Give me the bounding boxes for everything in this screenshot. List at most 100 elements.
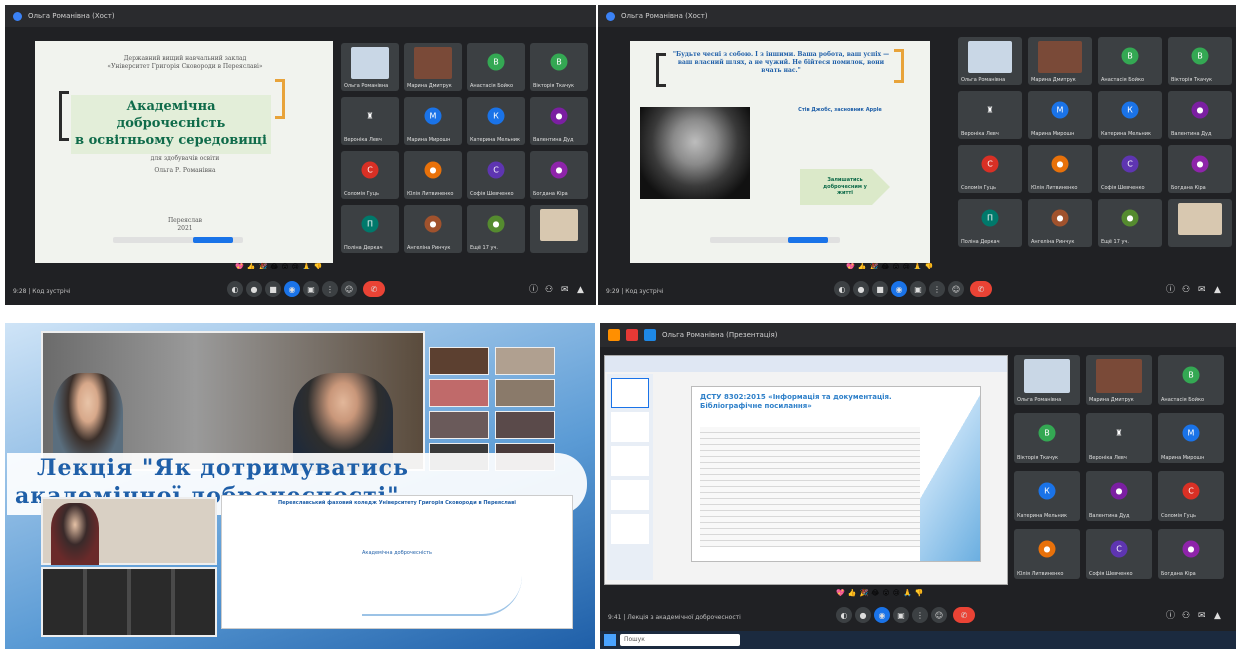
participant-tile[interactable]: [530, 205, 588, 253]
participant-tile[interactable]: [1168, 199, 1232, 247]
people-icon[interactable]: ⚇: [545, 285, 553, 295]
info-icon[interactable]: ⓘ: [1166, 608, 1175, 621]
participant-tile[interactable]: ● Юлія Литвиненко: [1028, 145, 1092, 193]
participant-tile[interactable]: В Вікторія Ткачук: [530, 43, 588, 91]
participant-tile[interactable]: Марина Дмитрук: [1028, 37, 1092, 85]
reaction-emoji[interactable]: 🙏: [903, 589, 912, 597]
more-options-button[interactable]: ⋮: [929, 281, 945, 297]
participant-tile[interactable]: Марина Дмитрук: [1086, 355, 1152, 405]
present-button[interactable]: ◉: [891, 281, 907, 297]
activities-icon[interactable]: ▲: [577, 285, 584, 295]
activities-icon[interactable]: ▲: [1214, 611, 1221, 621]
participant-tile[interactable]: П Поліна Деркач: [341, 205, 399, 253]
reaction-emoji[interactable]: 🎉: [859, 589, 868, 597]
leave-call-button[interactable]: ✆: [363, 281, 385, 297]
presentation-slide: Переяславський фаховий коледж Університе…: [221, 495, 573, 629]
participant-tile[interactable]: В Вікторія Ткачук: [1014, 413, 1080, 463]
window-title: Ольга Романівна (Презентація): [662, 331, 778, 339]
slide-control-bar[interactable]: [710, 237, 840, 243]
participant-tile[interactable]: ● Валентина Дуд: [530, 97, 588, 145]
participant-tile[interactable]: М Марина Мирошн: [1158, 413, 1224, 463]
participant-tile[interactable]: С Соломія Гуць: [1158, 471, 1224, 521]
reaction-emoji[interactable]: 👍: [848, 589, 857, 597]
participant-avatar: В: [550, 53, 568, 71]
participant-avatar: ●: [1110, 482, 1128, 500]
info-icon[interactable]: ⓘ: [1166, 282, 1175, 295]
participant-tile[interactable]: ● Юлія Литвиненко: [1014, 529, 1080, 579]
reaction-emoji[interactable]: 😂: [871, 589, 879, 597]
participant-tile[interactable]: С Софія Шевченко: [467, 151, 525, 199]
participant-avatar: В: [487, 53, 505, 71]
participant-tile[interactable]: П Поліна Деркач: [958, 199, 1022, 247]
taskbar-search[interactable]: Пошук: [620, 634, 740, 646]
captions-button[interactable]: ◐: [834, 281, 850, 297]
camera-button[interactable]: ■: [872, 281, 888, 297]
participant-tile[interactable]: В Вікторія Ткачук: [1168, 37, 1232, 85]
participant-tile[interactable]: ● Ангеліна Ринчук: [404, 205, 462, 253]
participant-tile[interactable]: ● Ещё 17 уч.: [467, 205, 525, 253]
participant-tile[interactable]: ● Валентина Дуд: [1086, 471, 1152, 521]
participant-tile[interactable]: ♜ Вероніка Левч: [958, 91, 1022, 139]
raise-hand-button[interactable]: ▣: [910, 281, 926, 297]
participant-tile[interactable]: В Анастасія Бойко: [1158, 355, 1224, 405]
participant-tile[interactable]: М Марина Мирошн: [1028, 91, 1092, 139]
participant-tile[interactable]: С Соломія Гуць: [958, 145, 1022, 193]
slide-city: Переяслав: [167, 217, 203, 224]
microphone-button[interactable]: ●: [855, 607, 871, 623]
people-icon[interactable]: ⚇: [1182, 285, 1190, 295]
raise-hand-button[interactable]: ▣: [303, 281, 319, 297]
present-button[interactable]: ◉: [284, 281, 300, 297]
participant-tile[interactable]: ● Валентина Дуд: [1168, 91, 1232, 139]
reaction-emoji[interactable]: 👎: [915, 589, 924, 597]
participant-tile[interactable]: С Софія Шевченко: [1086, 529, 1152, 579]
leave-call-button[interactable]: ✆: [953, 607, 975, 623]
reaction-emoji[interactable]: 😮: [882, 589, 889, 597]
participant-tile[interactable]: ● Богдана Кіра: [1158, 529, 1224, 579]
participant-tile[interactable]: В Анастасія Бойко: [1098, 37, 1162, 85]
people-icon[interactable]: ⚇: [1182, 611, 1190, 621]
participant-tile[interactable]: К Катерина Мельник: [1098, 91, 1162, 139]
participant-tile[interactable]: Марина Дмитрук: [404, 43, 462, 91]
start-icon[interactable]: [604, 634, 616, 646]
captions-button[interactable]: ◐: [836, 607, 852, 623]
microphone-button[interactable]: ●: [246, 281, 262, 297]
chat-icon[interactable]: ✉: [1198, 285, 1206, 295]
participant-tile[interactable]: М Марина Мирошн: [404, 97, 462, 145]
more-options-button[interactable]: ⋮: [912, 607, 928, 623]
emoji-button[interactable]: ☺: [341, 281, 357, 297]
participant-tile[interactable]: ● Богдана Кіра: [1168, 145, 1232, 193]
emoji-button[interactable]: ☺: [948, 281, 964, 297]
participant-tile[interactable]: ● Юлія Литвиненко: [404, 151, 462, 199]
camera-button[interactable]: ■: [265, 281, 281, 297]
microphone-button[interactable]: ●: [853, 281, 869, 297]
more-options-button[interactable]: ⋮: [322, 281, 338, 297]
chat-icon[interactable]: ✉: [561, 285, 569, 295]
info-icon[interactable]: ⓘ: [529, 282, 538, 295]
participant-tile[interactable]: ● Ещё 17 уч.: [1098, 199, 1162, 247]
captions-button[interactable]: ◐: [227, 281, 243, 297]
participant-name: Катерина Мельник: [470, 137, 521, 143]
reaction-bar[interactable]: 💖 👍 🎉 😂 😮 😢 🙏 👎: [836, 589, 923, 597]
emoji-button[interactable]: ☺: [931, 607, 947, 623]
participant-tile[interactable]: ● Богдана Кіра: [530, 151, 588, 199]
present-button[interactable]: ◉: [874, 607, 890, 623]
participant-tile[interactable]: К Катерина Мельник: [467, 97, 525, 145]
participant-tile[interactable]: Ольга Романівна: [1014, 355, 1080, 405]
participant-tile[interactable]: С Софія Шевченко: [1098, 145, 1162, 193]
participant-tile[interactable]: К Катерина Мельник: [1014, 471, 1080, 521]
reaction-emoji[interactable]: 💖: [836, 589, 845, 597]
raise-hand-button[interactable]: ▣: [893, 607, 909, 623]
participant-tile[interactable]: В Анастасія Бойко: [467, 43, 525, 91]
participant-tile[interactable]: С Соломія Гуць: [341, 151, 399, 199]
participant-tile[interactable]: ♜ Вероніка Левч: [1086, 413, 1152, 463]
reaction-emoji[interactable]: 😢: [893, 589, 900, 597]
leave-call-button[interactable]: ✆: [970, 281, 992, 297]
participant-tile[interactable]: ♜ Вероніка Левч: [341, 97, 399, 145]
participant-tile[interactable]: ● Ангеліна Ринчук: [1028, 199, 1092, 247]
participant-tile[interactable]: Ольга Романівна: [958, 37, 1022, 85]
activities-icon[interactable]: ▲: [1214, 285, 1221, 295]
participant-tile[interactable]: Ольга Романівна: [341, 43, 399, 91]
chat-icon[interactable]: ✉: [1198, 611, 1206, 621]
slide-control-bar[interactable]: [113, 237, 243, 243]
participant-name: Вікторія Ткачук: [1017, 455, 1059, 461]
